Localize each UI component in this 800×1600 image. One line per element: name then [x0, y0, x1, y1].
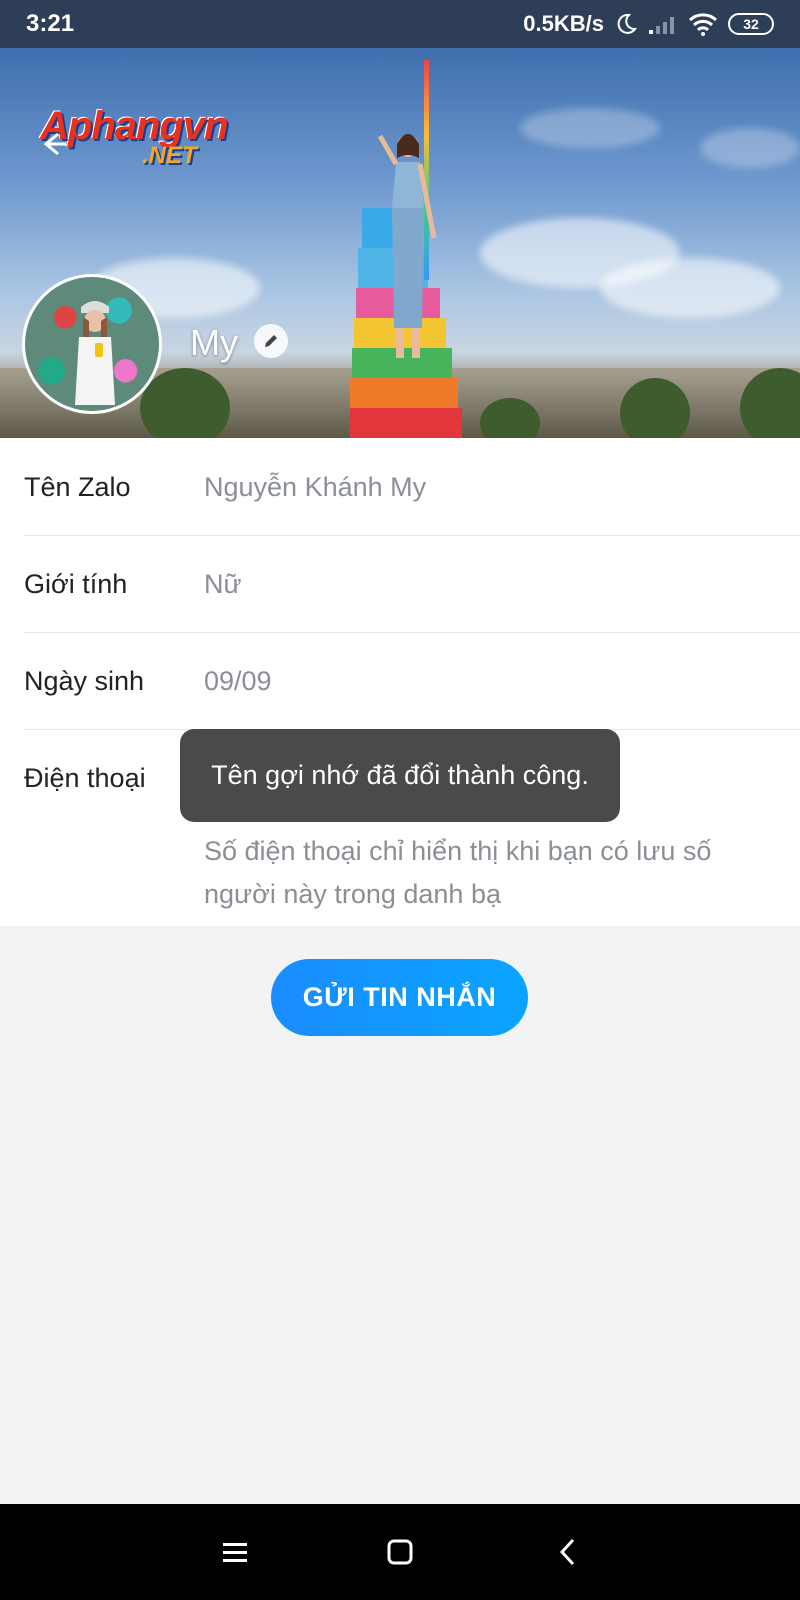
info-row-birthday: Ngày sinh 09/09 [24, 632, 800, 730]
info-label: Điện thoại [24, 763, 146, 793]
pencil-icon [265, 335, 277, 347]
info-label: Giới tính [24, 569, 128, 599]
info-row-zalo-name: Tên Zalo Nguyễn Khánh My [24, 438, 800, 536]
moon-icon [614, 12, 638, 36]
chevron-left-icon [559, 1538, 575, 1566]
send-message-button[interactable]: GỬI TIN NHẮN [271, 959, 528, 1036]
status-time: 3:21 [26, 10, 75, 37]
nav-menu-button[interactable] [215, 1532, 255, 1572]
signal-icon [648, 13, 678, 35]
profile-info: Tên Zalo Nguyễn Khánh My Giới tính Nữ Ng… [0, 438, 800, 926]
menu-icon [223, 1543, 247, 1562]
wifi-icon [688, 12, 718, 36]
person-figure [378, 134, 437, 358]
nav-back-button[interactable] [548, 1532, 588, 1572]
back-button[interactable] [34, 124, 74, 164]
edit-name-button[interactable] [254, 324, 288, 358]
arrow-left-icon [43, 132, 66, 156]
system-nav-bar [0, 1504, 800, 1600]
nav-home-button[interactable] [380, 1532, 420, 1572]
avatar[interactable] [22, 274, 162, 414]
info-value: 09/09 [204, 666, 272, 696]
info-value: Nguyễn Khánh My [204, 472, 427, 502]
toast-message: Tên gợi nhớ đã đổi thành công. [180, 729, 620, 822]
info-label: Ngày sinh [24, 666, 145, 696]
status-indicators: 0.5KB/s 32 [523, 8, 774, 40]
info-value: Nữ [204, 569, 242, 599]
info-label: Tên Zalo [24, 472, 131, 502]
network-speed: 0.5KB/s [523, 11, 604, 36]
square-icon [387, 1539, 413, 1565]
info-row-gender: Giới tính Nữ [24, 535, 800, 633]
profile-name: My [190, 322, 238, 363]
battery-indicator: 32 [728, 13, 774, 35]
phone-note: Số điện thoại chỉ hiển thị khi bạn có lư… [204, 836, 712, 909]
avatar-person [75, 301, 115, 405]
status-bar: 3:21 0.5KB/s 32 [0, 0, 800, 48]
